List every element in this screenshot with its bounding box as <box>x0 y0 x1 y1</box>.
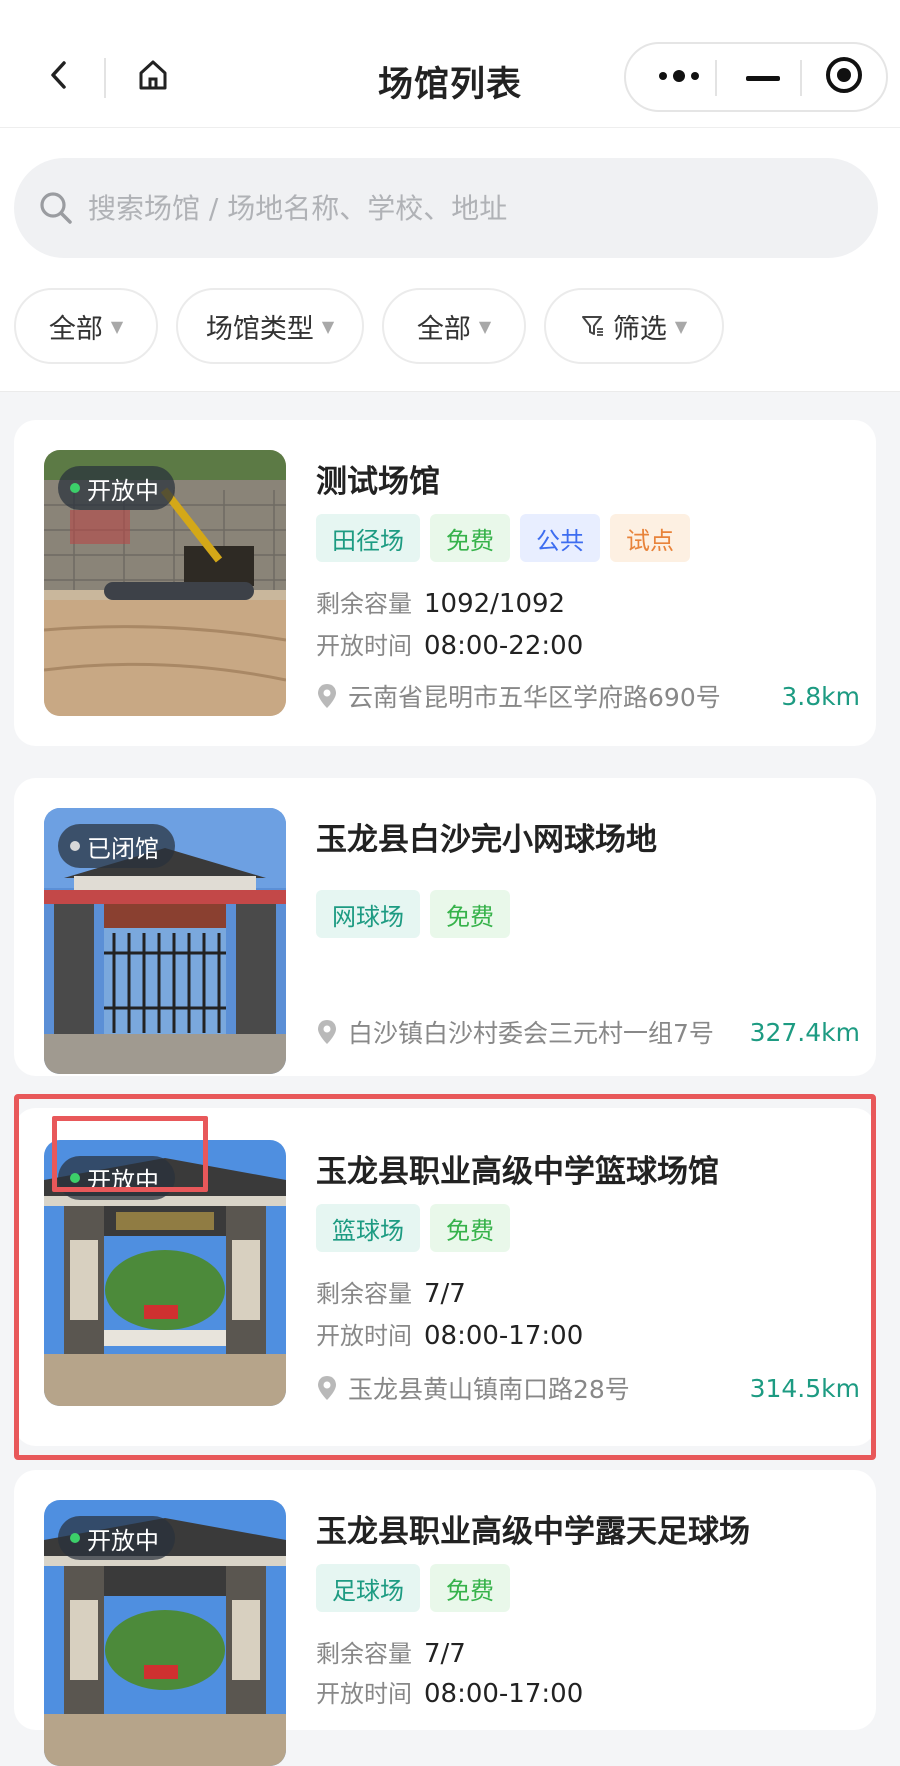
close-button[interactable] <box>814 44 874 110</box>
capacity-label: 剩余容量 <box>316 1640 412 1668</box>
status-text: 已闭馆 <box>87 834 159 863</box>
venue-tags: 田径场 免费 公共 试点 <box>316 514 700 562</box>
venue-photo: 开放中 <box>44 450 286 716</box>
venue-tags: 篮球场 免费 <box>316 1204 520 1252</box>
tag-free: 免费 <box>430 1204 510 1252</box>
tag-pilot: 试点 <box>610 514 690 562</box>
status-dot <box>70 1533 80 1543</box>
close-circle-icon <box>824 55 864 99</box>
filter-icon <box>581 314 605 338</box>
capacity-value: 7/7 <box>424 1279 466 1309</box>
venue-distance: 314.5km <box>749 1373 860 1403</box>
status-badge: 已闭馆 <box>58 824 175 868</box>
status-badge: 开放中 <box>58 1516 175 1560</box>
status-badge: 开放中 <box>58 466 175 510</box>
tag-free: 免费 <box>430 1564 510 1612</box>
status-dot <box>70 841 80 851</box>
caret-down-icon: ▼ <box>674 316 688 336</box>
location-pin-icon <box>316 1374 338 1402</box>
capacity-row: 剩余容量 7/7 <box>316 1634 466 1669</box>
filter-venue-type[interactable]: 场馆类型 ▼ <box>176 288 364 364</box>
more-icon <box>657 68 701 87</box>
venue-tags: 足球场 免费 <box>316 1564 520 1612</box>
capacity-row: 剩余容量 7/7 <box>316 1274 466 1309</box>
hours-label: 开放时间 <box>316 632 412 660</box>
search-icon <box>34 186 78 230</box>
hours-row: 开放时间 08:00-22:00 <box>316 626 583 661</box>
search-filter-area: 全部 ▼ 场馆类型 ▼ 全部 ▼ 筛选 ▼ <box>0 128 900 392</box>
capacity-row: 剩余容量 1092/1092 <box>316 584 565 619</box>
venue-card[interactable]: 开放中 玉龙县职业高级中学露天足球场 足球场 免费 剩余容量 7/7 开放时间 … <box>14 1470 876 1766</box>
capacity-label: 剩余容量 <box>316 590 412 618</box>
address-row: 白沙镇白沙村委会三元村一组7号 327.4km <box>316 1014 860 1050</box>
venue-address: 云南省昆明市五华区学府路690号 <box>348 683 721 712</box>
filter-all-1[interactable]: 全部 ▼ <box>14 288 158 364</box>
venue-distance: 3.8km <box>781 681 860 711</box>
status-dot <box>70 483 80 493</box>
location-pin-icon <box>316 1018 338 1046</box>
minimize-button[interactable] <box>736 44 790 110</box>
search-input[interactable] <box>88 191 848 225</box>
filter-all-2[interactable]: 全部 ▼ <box>382 288 526 364</box>
hours-row: 开放时间 08:00-17:00 <box>316 1316 583 1351</box>
tag-sport-type: 足球场 <box>316 1564 420 1612</box>
filter-label: 全部 <box>48 313 103 345</box>
status-badge: 开放中 <box>58 1156 175 1200</box>
hours-label: 开放时间 <box>316 1322 412 1350</box>
capsule-divider <box>715 60 717 96</box>
venue-name: 测试场馆 <box>316 464 440 500</box>
capsule-divider <box>800 60 802 96</box>
address-row: 玉龙县黄山镇南口路28号 314.5km <box>316 1370 860 1406</box>
caret-down-icon: ▼ <box>110 316 124 336</box>
caret-down-icon: ▼ <box>478 316 492 336</box>
venue-name: 玉龙县职业高级中学露天足球场 <box>316 1514 750 1550</box>
status-dot <box>70 1173 80 1183</box>
caret-down-icon: ▼ <box>321 316 335 336</box>
filter-label: 场馆类型 <box>205 313 314 345</box>
tag-free: 免费 <box>430 890 510 938</box>
search-bar[interactable] <box>14 158 878 258</box>
capacity-value: 1092/1092 <box>424 589 566 619</box>
hours-value: 08:00-17:00 <box>424 1679 584 1709</box>
more-button[interactable] <box>652 44 706 110</box>
filter-label: 筛选 <box>612 313 667 345</box>
tag-sport-type: 网球场 <box>316 890 420 938</box>
capacity-value: 7/7 <box>424 1639 466 1669</box>
venue-photo: 开放中 <box>44 1140 286 1406</box>
venue-address: 白沙镇白沙村委会三元村一组7号 <box>348 1019 714 1048</box>
venue-card[interactable]: 开放中 玉龙县职业高级中学篮球场馆 篮球场 免费 剩余容量 7/7 开放时间 0… <box>14 1108 876 1446</box>
venue-name: 玉龙县白沙完小网球场地 <box>316 822 657 858</box>
capacity-label: 剩余容量 <box>316 1280 412 1308</box>
venue-card[interactable]: 开放中 测试场馆 田径场 免费 公共 试点 剩余容量 1092/1092 开放时… <box>14 420 876 746</box>
venue-distance: 327.4km <box>749 1017 860 1047</box>
venue-tags: 网球场 免费 <box>316 890 520 938</box>
venue-address: 玉龙县黄山镇南口路28号 <box>348 1375 630 1404</box>
status-text: 开放中 <box>87 1526 159 1555</box>
hours-value: 08:00-22:00 <box>424 631 584 661</box>
minimize-icon <box>746 68 780 87</box>
status-text: 开放中 <box>87 1166 159 1195</box>
venue-photo: 开放中 <box>44 1500 286 1766</box>
location-pin-icon <box>316 682 338 710</box>
filter-label: 全部 <box>416 313 471 345</box>
hours-value: 08:00-17:00 <box>424 1321 584 1351</box>
tag-free: 免费 <box>430 514 510 562</box>
tag-sport-type: 篮球场 <box>316 1204 420 1252</box>
tag-public: 公共 <box>520 514 600 562</box>
tag-sport-type: 田径场 <box>316 514 420 562</box>
filter-screen[interactable]: 筛选 ▼ <box>544 288 724 364</box>
mini-program-capsule <box>624 42 888 112</box>
top-nav-bar: 场馆列表 <box>0 0 900 128</box>
address-row: 云南省昆明市五华区学府路690号 3.8km <box>316 678 860 714</box>
status-text: 开放中 <box>87 476 159 505</box>
venue-name: 玉龙县职业高级中学篮球场馆 <box>316 1154 719 1190</box>
filter-bar: 全部 ▼ 场馆类型 ▼ 全部 ▼ 筛选 ▼ <box>14 288 742 364</box>
venue-card[interactable]: 已闭馆 玉龙县白沙完小网球场地 网球场 免费 白沙镇白沙村委会三元村一组7号 3… <box>14 778 876 1076</box>
venue-photo: 已闭馆 <box>44 808 286 1074</box>
